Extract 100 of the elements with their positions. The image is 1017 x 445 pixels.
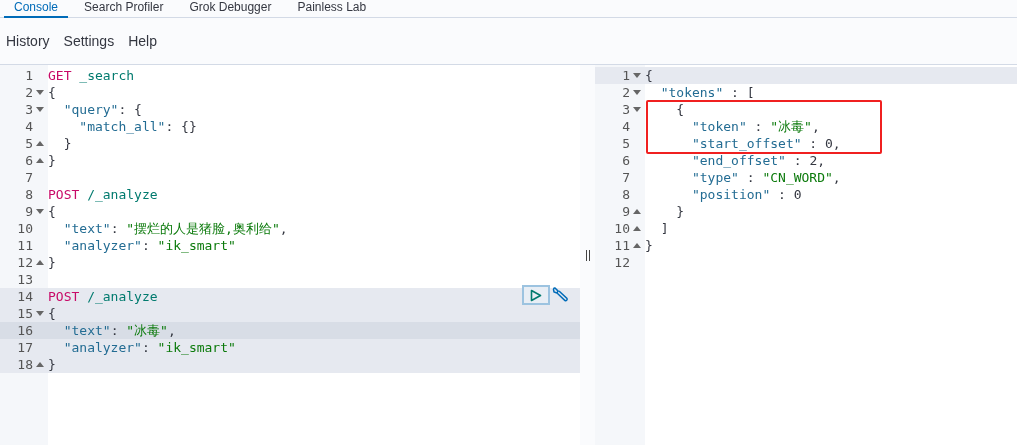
tab[interactable]: Painless Lab bbox=[287, 0, 377, 18]
code-text: : bbox=[745, 169, 756, 186]
wrench-icon[interactable] bbox=[552, 286, 570, 304]
code-text: "摆烂的人是猪脸,奥利给" bbox=[126, 220, 280, 237]
line-number: 1 bbox=[622, 67, 630, 84]
code-text: : bbox=[141, 339, 151, 356]
line-number: 1 bbox=[25, 67, 33, 84]
code-text: : { bbox=[118, 101, 142, 118]
code-text: 0 bbox=[793, 186, 802, 203]
run-button[interactable] bbox=[522, 285, 550, 305]
code-text: : bbox=[792, 152, 803, 169]
line-number: 8 bbox=[25, 186, 33, 203]
expand-arrow-icon[interactable] bbox=[633, 242, 641, 249]
line-number: 5 bbox=[622, 135, 630, 152]
code-text: : [ bbox=[730, 84, 755, 101]
code-text: GET bbox=[48, 67, 72, 84]
line-number: 13 bbox=[17, 271, 33, 288]
line-number: 12 bbox=[17, 254, 33, 271]
tab[interactable]: Search Profiler bbox=[74, 0, 174, 18]
expand-arrow-icon[interactable] bbox=[36, 361, 44, 368]
code-text: "text" bbox=[62, 220, 111, 237]
expand-arrow-icon[interactable] bbox=[633, 208, 641, 215]
code-text: ] bbox=[659, 220, 669, 237]
collapse-arrow-icon[interactable] bbox=[633, 72, 641, 79]
line-number: 11 bbox=[614, 237, 630, 254]
code-text: "ik_smart" bbox=[157, 237, 236, 254]
collapse-arrow-icon[interactable] bbox=[36, 89, 44, 96]
line-number: 3 bbox=[25, 101, 33, 118]
code-text: { bbox=[48, 305, 56, 322]
code-text: } bbox=[675, 203, 685, 220]
code-text: : bbox=[777, 186, 787, 203]
collapse-arrow-icon[interactable] bbox=[36, 310, 44, 317]
code-text: "冰毒" bbox=[126, 322, 168, 339]
code-text: { bbox=[48, 203, 56, 220]
line-number: 9 bbox=[25, 203, 33, 220]
collapse-arrow-icon[interactable] bbox=[633, 106, 641, 113]
line-number: 10 bbox=[17, 220, 33, 237]
code-text: , bbox=[279, 220, 288, 237]
tab[interactable]: Console bbox=[4, 0, 69, 18]
menu-link[interactable]: Help bbox=[128, 33, 157, 49]
tab[interactable]: Grok Debugger bbox=[179, 0, 282, 18]
code-text: } bbox=[645, 237, 653, 254]
menu-link[interactable]: Settings bbox=[63, 33, 115, 49]
line-number: 12 bbox=[614, 254, 630, 271]
collapse-arrow-icon[interactable] bbox=[36, 106, 44, 113]
expand-arrow-icon[interactable] bbox=[36, 259, 44, 266]
code-text: "match_all" bbox=[78, 118, 166, 135]
code-text: { bbox=[645, 67, 653, 84]
code-text: : bbox=[141, 237, 151, 254]
line-number: 7 bbox=[25, 169, 33, 186]
resize-handle[interactable] bbox=[585, 249, 590, 261]
line-number: 16 bbox=[17, 322, 33, 339]
expand-arrow-icon[interactable] bbox=[633, 225, 641, 232]
line-number: 8 bbox=[622, 186, 630, 203]
line-number: 6 bbox=[622, 152, 630, 169]
code-text: "text" bbox=[62, 322, 111, 339]
code-text: "start_offset" bbox=[690, 135, 802, 152]
code-text: : bbox=[110, 220, 120, 237]
line-number: 4 bbox=[25, 118, 33, 135]
line-number: 9 bbox=[622, 203, 630, 220]
line-number: 14 bbox=[17, 288, 33, 305]
code-text: { bbox=[675, 101, 685, 118]
expand-arrow-icon[interactable] bbox=[36, 157, 44, 164]
code-text: "position" bbox=[690, 186, 771, 203]
code-text: , bbox=[832, 169, 841, 186]
code-text: "CN_WORD" bbox=[762, 169, 833, 186]
line-number: 4 bbox=[622, 118, 630, 135]
line-number: 17 bbox=[17, 339, 33, 356]
expand-arrow-icon[interactable] bbox=[36, 140, 44, 147]
line-number: 11 bbox=[17, 237, 33, 254]
code-text: "token" bbox=[690, 118, 747, 135]
code-text: : bbox=[753, 118, 764, 135]
menu-link[interactable]: History bbox=[6, 33, 50, 49]
code-text: } bbox=[48, 254, 56, 271]
line-number: 5 bbox=[25, 135, 33, 152]
line-number: 6 bbox=[25, 152, 33, 169]
code-text: /_analyze bbox=[86, 288, 158, 305]
code-text: , bbox=[817, 152, 826, 169]
play-icon bbox=[530, 288, 542, 302]
code-text: : bbox=[110, 322, 120, 339]
line-number: 2 bbox=[25, 84, 33, 101]
collapse-arrow-icon[interactable] bbox=[633, 89, 641, 96]
code-text: , bbox=[832, 135, 841, 152]
code-text: } bbox=[48, 152, 56, 169]
code-text: /_analyze bbox=[86, 186, 158, 203]
code-text: _search bbox=[78, 67, 135, 84]
code-text: "query" bbox=[62, 101, 119, 118]
code-text: "type" bbox=[690, 169, 739, 186]
code-text: 0 bbox=[825, 135, 833, 152]
line-number: 18 bbox=[17, 356, 33, 373]
collapse-arrow-icon[interactable] bbox=[36, 208, 44, 215]
code-text: , bbox=[811, 118, 820, 135]
line-number: 10 bbox=[614, 220, 630, 237]
code-text: "analyzer" bbox=[62, 339, 142, 356]
code-text: POST bbox=[48, 288, 80, 305]
code-text: } bbox=[48, 356, 56, 373]
code-text: 2 bbox=[809, 152, 818, 169]
code-text: "ik_smart" bbox=[157, 339, 236, 356]
code-text: "tokens" bbox=[659, 84, 724, 101]
code-text: POST bbox=[48, 186, 80, 203]
